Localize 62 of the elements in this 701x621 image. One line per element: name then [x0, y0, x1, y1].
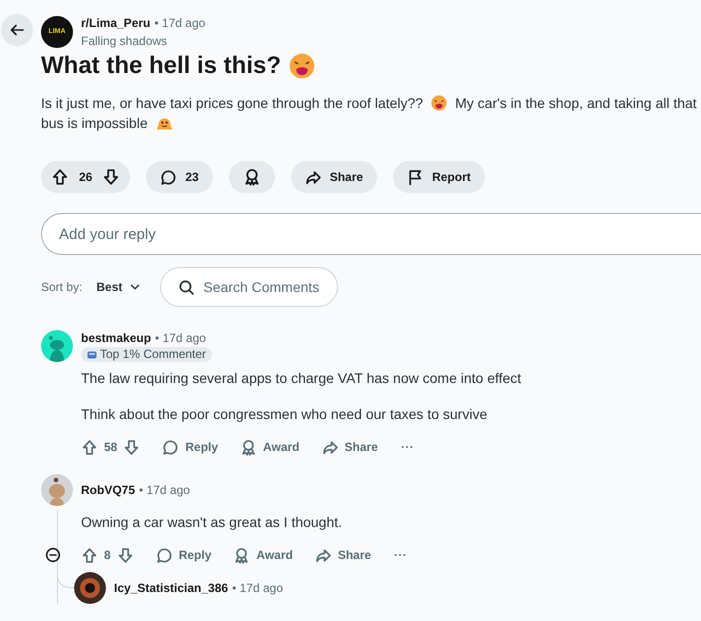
share-icon: [304, 168, 322, 186]
comment-time: • 17d ago: [155, 330, 206, 347]
reply-field[interactable]: Add your reply: [41, 213, 701, 255]
comment-icon: [156, 546, 173, 564]
back-button[interactable]: [1, 14, 33, 46]
collapse-toggle[interactable]: [45, 547, 61, 563]
comments-button[interactable]: 23: [146, 161, 213, 193]
user-avatar: [74, 572, 106, 604]
badge-icon: [87, 350, 97, 360]
award-icon: [242, 168, 261, 186]
tired-face-emoji-icon: [289, 53, 316, 79]
collapse-icon: [45, 547, 61, 563]
commenter-badge: Top 1% Commenter: [81, 347, 212, 362]
post-body-text: bus is impossible: [41, 114, 148, 133]
username-link[interactable]: bestmakeup: [81, 329, 152, 347]
share-icon: [322, 438, 339, 456]
upvote-icon: [81, 546, 98, 564]
post-title: What the hell is this?: [41, 51, 282, 81]
tired-face-emoji-icon: [431, 95, 448, 111]
search-icon: [178, 279, 196, 296]
award-button[interactable]: [228, 161, 275, 193]
downvote-icon: [123, 438, 140, 456]
comment-text: The law requiring several apps to charge VAT has now come into effect: [81, 369, 522, 388]
user-avatar: [41, 330, 73, 362]
vote-count: 58: [104, 439, 118, 456]
sort-dropdown[interactable]: Best: [90, 274, 148, 300]
post-time: • 17d ago: [154, 15, 206, 31]
share-icon: [314, 546, 332, 564]
award-icon: [233, 546, 250, 564]
vote-count: 8: [104, 547, 111, 564]
reply-button[interactable]: Reply: [150, 542, 218, 568]
username-link[interactable]: RobVQ75: [81, 481, 136, 499]
comment-time: • 17d ago: [139, 482, 190, 499]
community-link[interactable]: r/Lima_Peru: [81, 14, 150, 32]
award-button[interactable]: Award: [234, 434, 306, 460]
comment-icon: [160, 168, 178, 186]
upvote-button[interactable]: [51, 168, 69, 186]
sort-label: Sort by:: [41, 279, 82, 296]
downvote-button[interactable]: [102, 168, 120, 186]
share-button[interactable]: Share: [308, 542, 378, 568]
reply-button[interactable]: Reply: [156, 434, 224, 460]
upvote-icon: [81, 438, 98, 456]
search-field[interactable]: Search Comments: [160, 267, 338, 307]
downvote-icon: [102, 168, 120, 186]
comment-text: Think about the poor congressmen who need our taxes to survive: [81, 405, 488, 424]
comment-icon: [162, 438, 180, 456]
post-body-text: My car's in the shop, and taking all that: [455, 94, 697, 113]
report-button[interactable]: Report: [393, 161, 485, 193]
share-button[interactable]: Share: [290, 161, 378, 193]
award-button[interactable]: Award: [227, 542, 299, 568]
post-flair: Falling shadows: [81, 33, 168, 50]
upvote-icon: [51, 168, 69, 186]
post-body-text: Is it just me, or have taxi prices gone through the roof lately??: [41, 94, 424, 113]
downvote-icon: [116, 546, 134, 564]
vote-count: 26: [79, 169, 92, 186]
share-button[interactable]: Share: [316, 434, 384, 460]
back-arrow-icon: [9, 22, 25, 38]
award-icon: [240, 438, 258, 456]
comment-text: Owning a car wasn't as great as I thought.: [81, 513, 344, 532]
username-link[interactable]: Icy_Statistician_386: [114, 579, 228, 597]
user-avatar: [41, 474, 73, 506]
comment-time: • 17d ago: [232, 580, 283, 597]
